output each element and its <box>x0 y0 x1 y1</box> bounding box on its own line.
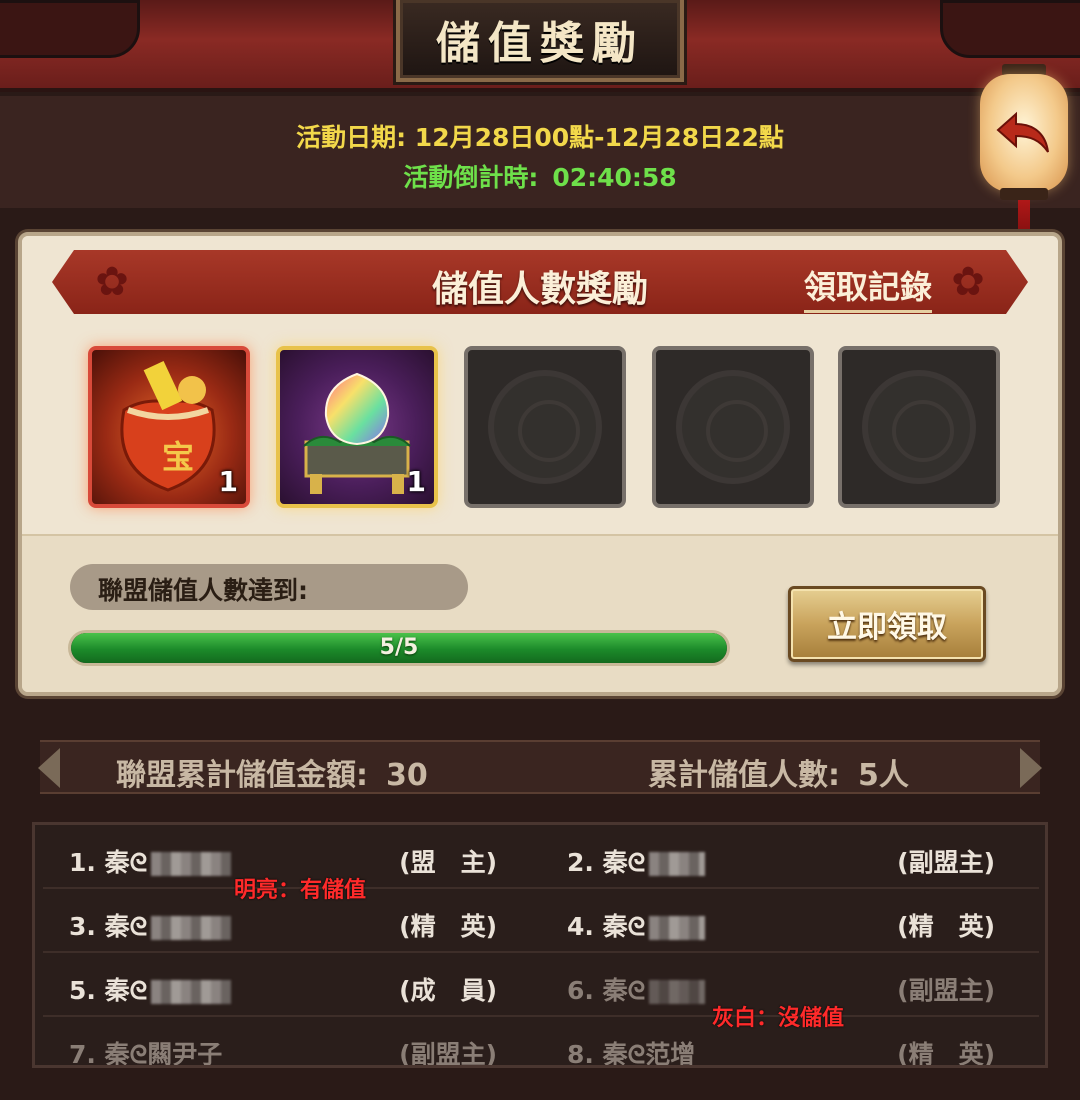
member-name: 4. 秦ᘓ <box>567 907 706 943</box>
table-row: 1. 秦ᘓ (盟 主) 2. 秦ᘓ (副盟主) <box>43 827 1039 889</box>
table-row: 3. 秦ᘓ (精 英) 4. 秦ᘓ (精 英) <box>43 891 1039 953</box>
empty-slot-icon <box>862 370 976 484</box>
title-plate: 儲值獎勵 <box>396 0 684 82</box>
event-date-label: 活動日期: <box>296 123 407 152</box>
item-count: 1 <box>218 465 238 498</box>
event-date: 活動日期: 12月28日00點-12月28日22點 <box>0 118 1080 154</box>
member-name: 1. 秦ᘓ <box>69 843 232 879</box>
progress-label: 聯盟儲值人數達到: <box>98 576 308 605</box>
event-date-value: 12月28日00點-12月28日22點 <box>414 123 784 152</box>
member-role: (副盟主) <box>897 848 995 877</box>
member-name-text: 秦ᘓ <box>104 976 148 1005</box>
reward-slot-3 <box>464 346 626 508</box>
member-index: 4. <box>567 912 594 941</box>
reward-slot-4 <box>652 346 814 508</box>
event-countdown: 活動倒計時: 02:40:58 <box>0 158 1080 194</box>
progress-bar: 5/5 <box>68 630 730 666</box>
total-count-value: 5人 <box>858 758 909 793</box>
member-name: 8. 秦ᘓ范增 <box>567 1035 696 1068</box>
member-name: 6. 秦ᘓ <box>567 971 706 1007</box>
banner-corner-left <box>0 0 140 58</box>
member-index: 7. <box>69 1040 96 1068</box>
member-list[interactable]: 1. 秦ᘓ (盟 主) 2. 秦ᘓ (副盟主) 3. 秦ᘓ (精 英) 4. 秦… <box>32 822 1048 1068</box>
member-role: (精 英) <box>399 912 497 941</box>
member-name-text: 秦ᘓ <box>602 912 646 941</box>
redacted-name <box>649 980 706 1004</box>
totals-bar: 聯盟累計儲值金額: 30 累計儲值人數: 5人 <box>38 740 1042 794</box>
empty-slot-icon <box>488 370 602 484</box>
progress-label-box: 聯盟儲值人數達到: <box>70 564 468 610</box>
member-role: (副盟主) <box>399 1040 497 1068</box>
countdown-value: 02:40:58 <box>552 163 677 192</box>
total-count-label: 累計儲值人數: <box>648 758 840 793</box>
member-name-text: 秦ᘓ范增 <box>602 1040 696 1068</box>
list-item[interactable]: 5. 秦ᘓ (成 員) <box>43 955 533 1017</box>
event-info: 活動日期: 12月28日00點-12月28日22點 活動倒計時: 02:40:58 <box>0 96 1080 208</box>
member-name-text: 秦ᘓ闗尹子 <box>104 1040 223 1068</box>
member-name: 7. 秦ᘓ闗尹子 <box>69 1035 223 1068</box>
progress-section: 聯盟儲值人數達到: 5/5 立即領取 <box>22 534 1058 692</box>
chevron-right-icon <box>1020 748 1042 788</box>
member-index: 6. <box>567 976 594 1005</box>
member-role: (精 英) <box>897 1040 995 1068</box>
member-name-text: 秦ᘓ <box>104 912 148 941</box>
annotation-dim: 灰白：沒儲值 <box>712 1006 845 1031</box>
table-row: 5. 秦ᘓ (成 員) 6. 秦ᘓ (副盟主) <box>43 955 1039 1017</box>
item-count: 1 <box>406 465 426 498</box>
member-index: 3. <box>69 912 96 941</box>
countdown-label: 活動倒計時: <box>403 163 539 192</box>
progress-text: 5/5 <box>379 635 419 660</box>
member-role: (盟 主) <box>399 848 497 877</box>
reward-ribbon: ✿ 儲值人數獎勵 領取記錄 ✿ <box>52 250 1028 314</box>
svg-text:宝: 宝 <box>162 438 194 476</box>
claim-record-link[interactable]: 領取記錄 <box>804 262 932 313</box>
reward-panel-upper: ✿ 儲值人數獎勵 領取記錄 ✿ 宝 1 1 <box>22 236 1058 534</box>
total-count: 累計儲值人數: 5人 <box>648 750 909 794</box>
redacted-name <box>649 916 706 940</box>
plum-flower-icon: ✿ <box>951 259 985 305</box>
redacted-name <box>151 916 232 940</box>
empty-slot-icon <box>676 370 790 484</box>
reward-panel: ✿ 儲值人數獎勵 領取記錄 ✿ 宝 1 1 聯盟儲值人數達到: 5/5 立即領取 <box>18 232 1062 696</box>
redacted-name <box>649 852 706 876</box>
member-name-text: 秦ᘓ <box>602 848 646 877</box>
list-item[interactable]: 7. 秦ᘓ闗尹子 (副盟主) <box>43 1019 533 1068</box>
member-role: (成 員) <box>399 976 497 1005</box>
member-name: 3. 秦ᘓ <box>69 907 232 943</box>
list-item[interactable]: 4. 秦ᘓ (精 英) <box>541 891 1031 953</box>
annotation-bright: 明亮：有儲值 <box>234 878 367 903</box>
member-index: 8. <box>567 1040 594 1068</box>
reward-slot-5 <box>838 346 1000 508</box>
member-name: 2. 秦ᘓ <box>567 843 706 879</box>
claim-now-button[interactable]: 立即領取 <box>788 586 986 662</box>
top-banner: 儲值獎勵 <box>0 0 1080 92</box>
chevron-left-icon <box>38 748 60 788</box>
reward-slot-2[interactable]: 1 <box>276 346 438 508</box>
lantern-cap-bottom <box>1000 188 1048 200</box>
back-arrow-icon <box>996 111 1049 153</box>
member-name-text: 秦ᘓ <box>602 976 646 1005</box>
reward-slot-1[interactable]: 宝 1 <box>88 346 250 508</box>
member-name: 5. 秦ᘓ <box>69 971 232 1007</box>
redacted-name <box>151 980 232 1004</box>
member-index: 2. <box>567 848 594 877</box>
total-amount-label: 聯盟累計儲值金額: <box>116 758 368 793</box>
member-index: 1. <box>69 848 96 877</box>
banner-corner-right <box>940 0 1080 58</box>
total-amount: 聯盟累計儲值金額: 30 <box>116 750 428 794</box>
redacted-name <box>151 852 232 876</box>
table-row: 7. 秦ᘓ闗尹子 (副盟主) 8. 秦ᘓ范增 (精 英) <box>43 1019 1039 1068</box>
page-title: 儲值獎勵 <box>436 18 644 69</box>
member-name-text: 秦ᘓ <box>104 848 148 877</box>
total-amount-value: 30 <box>386 758 428 793</box>
member-role: (副盟主) <box>897 976 995 1005</box>
member-index: 5. <box>69 976 96 1005</box>
member-role: (精 英) <box>897 912 995 941</box>
list-item[interactable]: 2. 秦ᘓ (副盟主) <box>541 827 1031 889</box>
